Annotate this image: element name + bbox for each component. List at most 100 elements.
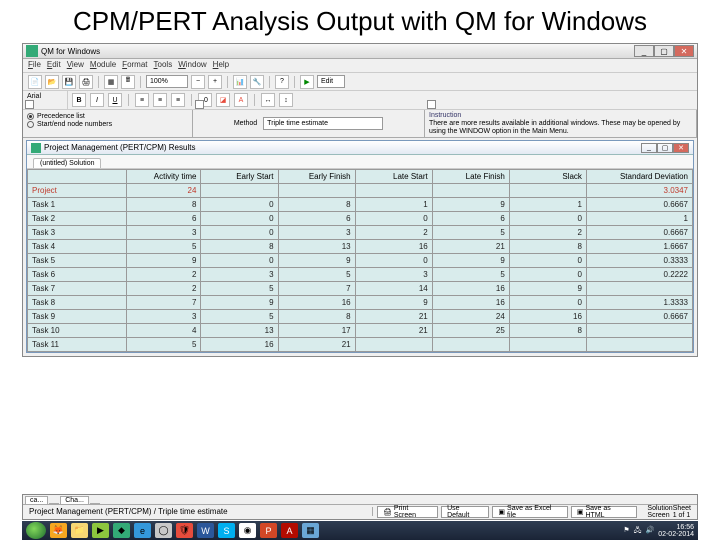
grid-cell[interactable] — [586, 324, 692, 338]
grid-cell[interactable]: 5 — [432, 226, 509, 240]
grid-cell[interactable]: 16 — [432, 296, 509, 310]
align-center-icon[interactable]: ≡ — [153, 93, 167, 107]
grid-cell[interactable]: 5 — [201, 310, 278, 324]
grid-cell[interactable]: 9 — [127, 254, 201, 268]
calc-icon[interactable]: 🖩 — [121, 75, 135, 89]
help-icon[interactable]: ? — [275, 75, 289, 89]
grid-cell[interactable]: 8 — [127, 198, 201, 212]
tray-flag-icon[interactable]: ⚑ — [623, 527, 629, 534]
minimize-button[interactable]: _ — [634, 45, 654, 57]
grid-cell[interactable] — [355, 184, 432, 198]
inner-minimize-button[interactable]: _ — [641, 143, 657, 153]
grid-cell[interactable] — [201, 184, 278, 198]
grid-cell[interactable]: 8 — [509, 240, 586, 254]
chart-icon[interactable]: 📊 — [233, 75, 247, 89]
grid-cell[interactable]: 0.6667 — [586, 226, 692, 240]
zoom-in-icon[interactable]: + — [208, 75, 222, 89]
grid-cell[interactable]: 21 — [355, 310, 432, 324]
hp-icon[interactable]: ◯ — [155, 523, 172, 538]
grid-cell[interactable] — [586, 338, 692, 352]
grid-cell[interactable]: 9 — [201, 296, 278, 310]
module-tab[interactable]: ca... — [25, 496, 48, 504]
font-color-icon[interactable]: A — [234, 93, 248, 107]
height-icon[interactable]: ↕ — [279, 93, 293, 107]
grid-cell[interactable]: 24 — [432, 310, 509, 324]
grid-cell[interactable]: 6 — [432, 212, 509, 226]
grid-cell[interactable]: 0 — [509, 212, 586, 226]
align-right-icon[interactable]: ≡ — [171, 93, 185, 107]
grid-cell[interactable] — [509, 184, 586, 198]
menu-format[interactable]: Format — [122, 60, 147, 71]
open-icon[interactable]: 📂 — [45, 75, 59, 89]
app-icon[interactable]: ▦ — [302, 523, 319, 538]
grid-cell[interactable]: 16 — [432, 282, 509, 296]
align-left-icon[interactable]: ≡ — [135, 93, 149, 107]
grid-cell[interactable]: 16 — [278, 296, 355, 310]
adobe-icon[interactable]: A — [281, 523, 298, 538]
grid-cell[interactable]: 0.6667 — [586, 310, 692, 324]
grid-cell[interactable]: 1 — [586, 212, 692, 226]
grid-cell[interactable] — [278, 184, 355, 198]
qm-icon[interactable]: ◆ — [113, 523, 130, 538]
grid-cell[interactable]: 0 — [509, 268, 586, 282]
italic-icon[interactable]: I — [90, 93, 104, 107]
grid-cell[interactable]: 2 — [127, 268, 201, 282]
new-icon[interactable]: 📄 — [28, 75, 42, 89]
word-icon[interactable]: W — [197, 523, 214, 538]
grid-cell[interactable]: 3 — [127, 310, 201, 324]
tab-solution[interactable]: (untitled) Solution — [33, 158, 101, 168]
grid-cell[interactable]: 8 — [509, 324, 586, 338]
grid-cell[interactable]: 0.2222 — [586, 268, 692, 282]
grid-cell[interactable]: 1 — [355, 198, 432, 212]
grid-cell[interactable]: 0 — [201, 226, 278, 240]
grid-cell[interactable]: 13 — [201, 324, 278, 338]
grid-cell[interactable]: 0.6667 — [586, 198, 692, 212]
menu-help[interactable]: Help — [213, 60, 229, 71]
grid-cell[interactable]: 0 — [355, 254, 432, 268]
grid-cell[interactable]: 2 — [355, 226, 432, 240]
explorer-icon[interactable]: 📁 — [71, 523, 88, 538]
grid-cell[interactable]: 0 — [201, 212, 278, 226]
grid-cell[interactable]: 0.3333 — [586, 254, 692, 268]
grid-cell[interactable]: 5 — [127, 240, 201, 254]
grid-cell[interactable]: 17 — [278, 324, 355, 338]
menu-edit[interactable]: Edit — [47, 60, 61, 71]
grid-cell[interactable]: 21 — [432, 240, 509, 254]
module-tab[interactable] — [49, 503, 59, 504]
skype-icon[interactable]: S — [218, 523, 235, 538]
grid-cell[interactable]: 13 — [278, 240, 355, 254]
grid-cell[interactable] — [432, 338, 509, 352]
method-select[interactable]: Triple time estimate — [263, 117, 383, 130]
grid-cell[interactable] — [586, 282, 692, 296]
radio-precedence[interactable]: Precedence list — [27, 113, 188, 120]
grid-cell[interactable]: 8 — [278, 198, 355, 212]
grid-cell[interactable]: 9 — [432, 254, 509, 268]
grid-cell[interactable]: 8 — [201, 240, 278, 254]
grid-cell[interactable]: 14 — [355, 282, 432, 296]
panel-toggle-icon[interactable] — [427, 100, 436, 109]
menu-window[interactable]: Window — [178, 60, 206, 71]
close-button[interactable]: ✕ — [674, 45, 694, 57]
grid-cell[interactable]: 8 — [278, 310, 355, 324]
grid-cell[interactable]: 9 — [432, 198, 509, 212]
chrome-icon[interactable]: ◉ — [239, 523, 256, 538]
grid-cell[interactable]: 3.0347 — [586, 184, 692, 198]
grid-cell[interactable] — [355, 338, 432, 352]
grid-cell[interactable]: 0 — [355, 212, 432, 226]
start-button[interactable] — [26, 522, 46, 539]
grid-icon[interactable]: ▦ — [104, 75, 118, 89]
save-icon[interactable]: 💾 — [62, 75, 76, 89]
tray-volume-icon[interactable]: 🔊 — [645, 527, 654, 534]
panel-toggle-icon[interactable] — [25, 100, 34, 109]
grid-cell[interactable]: 3 — [127, 226, 201, 240]
grid-cell[interactable]: 0 — [201, 254, 278, 268]
grid-cell[interactable]: 5 — [201, 282, 278, 296]
grid-cell[interactable]: 2 — [127, 282, 201, 296]
grid-cell[interactable]: 1.3333 — [586, 296, 692, 310]
grid-cell[interactable]: 3 — [201, 268, 278, 282]
menu-view[interactable]: View — [67, 60, 84, 71]
grid-cell[interactable] — [509, 338, 586, 352]
grid-cell[interactable]: 5 — [127, 338, 201, 352]
firefox-icon[interactable]: 🦊 — [50, 523, 67, 538]
bold-icon[interactable]: B — [72, 93, 86, 107]
